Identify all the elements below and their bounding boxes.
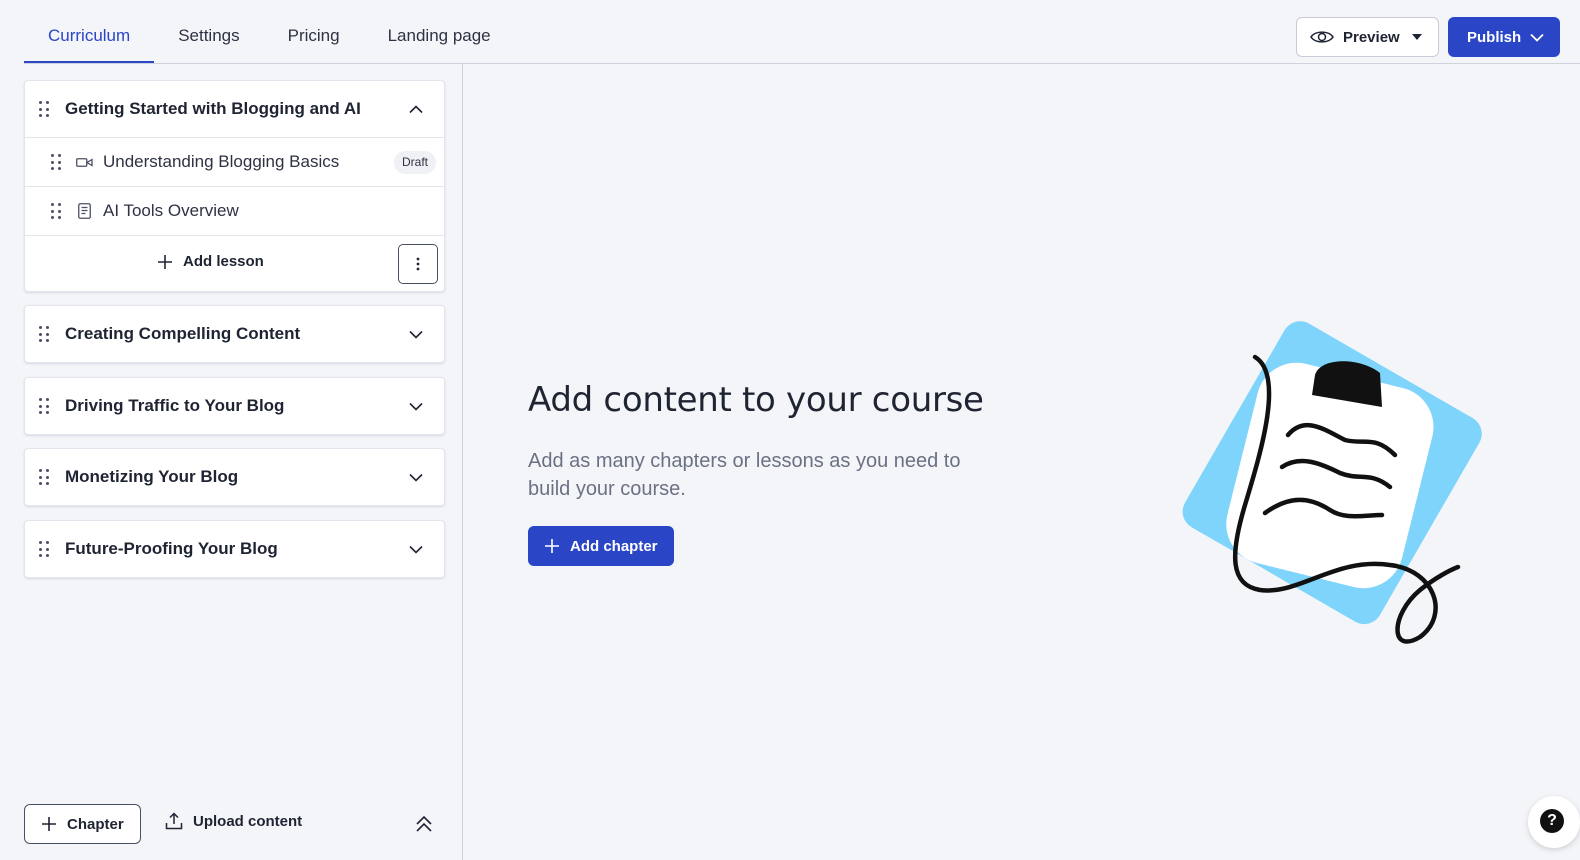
- drag-handle-icon[interactable]: [51, 203, 61, 219]
- tab-bar: Curriculum Settings Pricing Landing page: [24, 0, 515, 65]
- help-button[interactable]: ?: [1528, 796, 1580, 848]
- upload-content-button[interactable]: Upload content: [165, 812, 302, 830]
- chapter-header[interactable]: Driving Traffic to Your Blog: [25, 378, 444, 434]
- drag-handle-icon[interactable]: [51, 154, 61, 170]
- eye-icon: [1310, 31, 1334, 43]
- plus-icon: [158, 254, 172, 269]
- chevron-down-icon[interactable]: [396, 529, 436, 569]
- upload-label: Upload content: [193, 812, 303, 830]
- kebab-icon: [416, 257, 420, 271]
- preview-label: Preview: [1343, 28, 1400, 46]
- chapter-card: Getting Started with Blogging and AI Und…: [24, 80, 445, 292]
- chapter-card: Driving Traffic to Your Blog: [24, 377, 445, 435]
- tab-settings[interactable]: Settings: [154, 0, 263, 64]
- chevron-up-icon[interactable]: [396, 89, 436, 129]
- drag-handle-icon[interactable]: [39, 469, 49, 485]
- plus-icon: [42, 817, 56, 831]
- preview-button[interactable]: Preview: [1296, 17, 1439, 57]
- document-icon: [75, 202, 93, 220]
- drag-handle-icon[interactable]: [39, 326, 49, 342]
- chapter-title: Getting Started with Blogging and AI: [65, 99, 361, 118]
- chapter-header[interactable]: Getting Started with Blogging and AI: [25, 81, 444, 137]
- chapter-title: Creating Compelling Content: [65, 324, 301, 343]
- add-lesson-label: Add lesson: [183, 253, 264, 270]
- add-lesson-button[interactable]: Add lesson: [157, 253, 264, 270]
- clipboard-illustration: [1182, 321, 1482, 644]
- chevron-down-icon[interactable]: [396, 386, 436, 426]
- chapter-title: Driving Traffic to Your Blog: [65, 396, 285, 415]
- add-lesson-row: Add lesson: [25, 235, 444, 291]
- chevron-down-icon: [1530, 33, 1544, 42]
- chapter-button-label: Chapter: [67, 815, 124, 833]
- drag-handle-icon[interactable]: [39, 398, 49, 414]
- chapter-header[interactable]: Monetizing Your Blog: [25, 449, 444, 505]
- publish-label: Publish: [1467, 28, 1522, 46]
- status-badge: Draft: [393, 151, 436, 174]
- tab-landing-page[interactable]: Landing page: [364, 0, 515, 64]
- header-divider: [24, 63, 1580, 64]
- chapter-header[interactable]: Creating Compelling Content: [25, 306, 444, 362]
- add-chapter-label: Add chapter: [570, 537, 658, 555]
- lesson-item[interactable]: Understanding Blogging Basics Draft: [25, 137, 444, 186]
- publish-button[interactable]: Publish: [1448, 17, 1560, 57]
- video-icon: [75, 153, 93, 171]
- help-icon: ?: [1540, 809, 1564, 833]
- caret-down-icon: [1411, 34, 1422, 40]
- plus-icon: [545, 539, 559, 553]
- lesson-item[interactable]: AI Tools Overview: [25, 186, 444, 235]
- chapter-card: Creating Compelling Content: [24, 305, 445, 363]
- chapter-title: Monetizing Your Blog: [65, 467, 239, 486]
- upload-icon: [165, 812, 183, 830]
- tab-curriculum[interactable]: Curriculum: [24, 0, 155, 64]
- more-options-button[interactable]: [398, 244, 438, 284]
- chevron-down-icon[interactable]: [396, 457, 436, 497]
- chapter-card: Monetizing Your Blog: [24, 448, 445, 506]
- tab-pricing[interactable]: Pricing: [264, 0, 364, 64]
- add-chapter-sidebar-button[interactable]: Chapter: [24, 804, 141, 844]
- sidebar-divider: [462, 64, 463, 860]
- collapse-all-icon[interactable]: [412, 812, 436, 836]
- drag-handle-icon[interactable]: [39, 541, 49, 557]
- chevron-down-icon[interactable]: [396, 314, 436, 354]
- chapter-title: Future-Proofing Your Blog: [65, 539, 278, 558]
- add-chapter-button[interactable]: Add chapter: [528, 526, 674, 566]
- chapter-header[interactable]: Future-Proofing Your Blog: [25, 521, 444, 577]
- empty-state-title: Add content to your course: [528, 380, 984, 420]
- lesson-title: Understanding Blogging Basics: [103, 152, 340, 171]
- chapter-card: Future-Proofing Your Blog: [24, 520, 445, 578]
- drag-handle-icon[interactable]: [39, 101, 49, 117]
- empty-state-description: Add as many chapters or lessons as you n…: [528, 450, 961, 500]
- lesson-title: AI Tools Overview: [103, 201, 239, 220]
